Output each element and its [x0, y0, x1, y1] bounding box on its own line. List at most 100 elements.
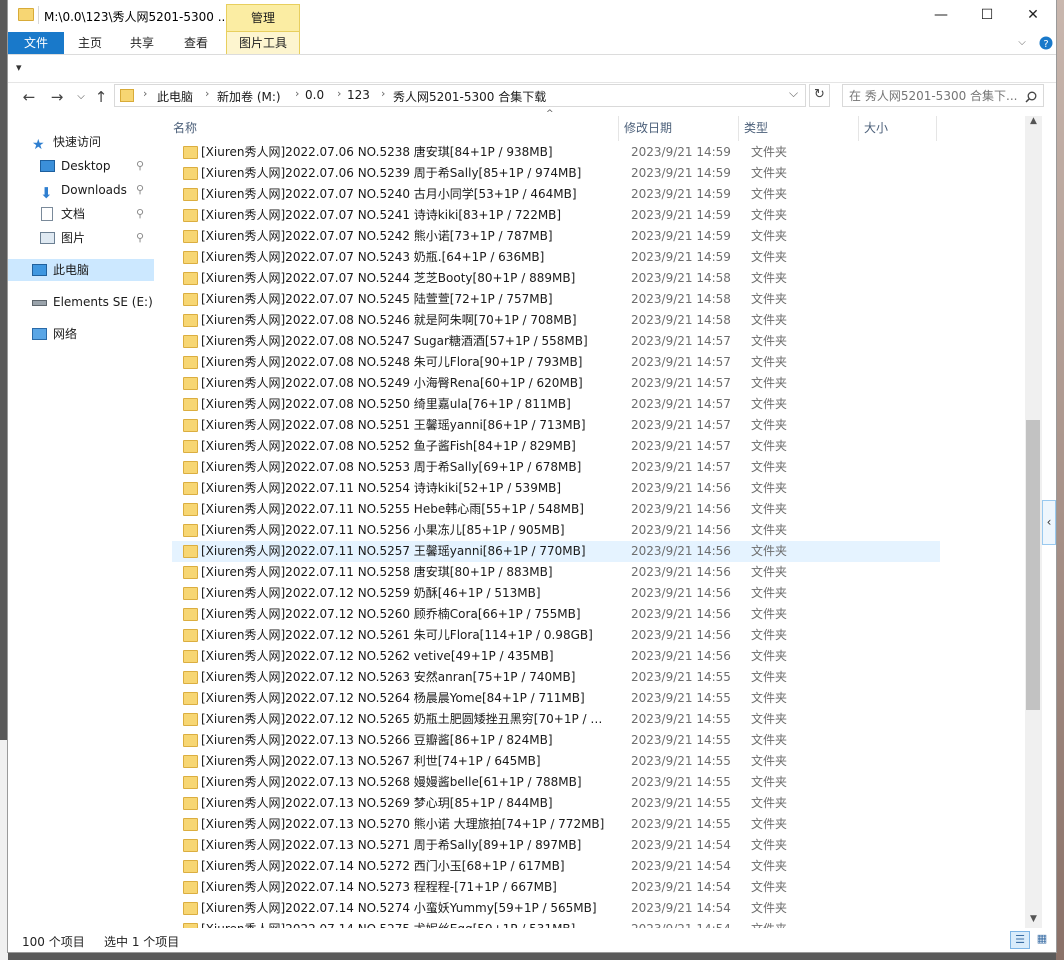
forward-button[interactable]: →	[46, 86, 68, 108]
file-row[interactable]: [Xiuren秀人网]2022.07.08 NO.5251 王馨瑶yanni[8…	[172, 415, 940, 436]
recent-locations-dropdown[interactable]: ⌵	[70, 86, 92, 108]
preview-pane-toggle[interactable]: ‹	[1042, 500, 1056, 545]
file-row[interactable]: [Xiuren秀人网]2022.07.08 NO.5246 就是阿朱啊[70+1…	[172, 310, 940, 331]
customize-toolbar-dropdown[interactable]: ▾	[16, 61, 22, 74]
folder-icon	[120, 89, 134, 102]
up-button[interactable]: ↑	[90, 86, 112, 108]
chevron-right-icon[interactable]: ›	[381, 87, 385, 100]
nav-item-downloads[interactable]: ⬇ Downloads ⚲	[8, 179, 154, 202]
file-row[interactable]: [Xiuren秀人网]2022.07.06 NO.5238 唐安琪[84+1P …	[172, 142, 940, 163]
title-bar[interactable]: M:\0.0\123\秀人网5201-5300 ... 管理 — ☐ ✕	[8, 0, 1056, 32]
pin-icon[interactable]: ⚲	[136, 203, 144, 225]
file-row[interactable]: [Xiuren秀人网]2022.07.12 NO.5260 顾乔楠Cora[66…	[172, 604, 940, 625]
file-row[interactable]: [Xiuren秀人网]2022.07.14 NO.5273 程程程-[71+1P…	[172, 877, 940, 898]
file-row[interactable]: [Xiuren秀人网]2022.07.08 NO.5248 朱可儿Flora[9…	[172, 352, 940, 373]
nav-item-desktop[interactable]: Desktop ⚲	[8, 155, 154, 177]
file-row[interactable]: [Xiuren秀人网]2022.07.07 NO.5245 陆萱萱[72+1P …	[172, 289, 940, 310]
address-bar[interactable]: › 此电脑 › 新加卷 (M:) › 0.0 › 123 › 秀人网5201-5…	[114, 84, 806, 107]
large-icons-view-button[interactable]: ▦	[1032, 931, 1052, 949]
scrollbar-thumb[interactable]	[1026, 420, 1040, 710]
chevron-right-icon[interactable]: ›	[295, 87, 299, 100]
address-dropdown-icon[interactable]: ⌵	[789, 86, 798, 101]
nav-item-documents[interactable]: 文档 ⚲	[8, 203, 154, 225]
file-row[interactable]: [Xiuren秀人网]2022.07.08 NO.5253 周于希Sally[6…	[172, 457, 940, 478]
details-view-button[interactable]: ☰	[1010, 931, 1030, 949]
file-row[interactable]: [Xiuren秀人网]2022.07.07 NO.5240 古月小同学[53+1…	[172, 184, 940, 205]
column-name[interactable]: 名称	[168, 116, 619, 141]
file-row[interactable]: [Xiuren秀人网]2022.07.12 NO.5259 奶酥[46+1P /…	[172, 583, 940, 604]
navigation-pane: ★ 快速访问 Desktop ⚲ ⬇ Downloads ⚲ 文档 ⚲ 图片 ⚲…	[8, 118, 156, 928]
close-button[interactable]: ✕	[1010, 0, 1056, 30]
nav-this-pc[interactable]: 此电脑	[8, 259, 154, 281]
minimize-button[interactable]: —	[918, 0, 964, 30]
chevron-right-icon[interactable]: ›	[205, 87, 209, 100]
breadcrumb-folder-123[interactable]: 123	[347, 88, 370, 102]
file-row[interactable]: [Xiuren秀人网]2022.07.07 NO.5243 奶瓶.[64+1P …	[172, 247, 940, 268]
nav-drive-e[interactable]: Elements SE (E:)	[8, 291, 154, 313]
search-box[interactable]	[842, 84, 1044, 107]
file-row[interactable]: [Xiuren秀人网]2022.07.13 NO.5267 利世[74+1P /…	[172, 751, 940, 772]
file-type: 文件夹	[751, 250, 788, 264]
pin-icon[interactable]: ⚲	[136, 179, 144, 201]
file-row[interactable]: [Xiuren秀人网]2022.07.06 NO.5239 周于希Sally[8…	[172, 163, 940, 184]
tab-manage[interactable]: 管理	[226, 4, 300, 32]
breadcrumb-drive[interactable]: 新加卷 (M:)	[217, 88, 281, 105]
file-row[interactable]: [Xiuren秀人网]2022.07.14 NO.5272 西门小玉[68+1P…	[172, 856, 940, 877]
tab-picture-tools[interactable]: 图片工具	[227, 32, 299, 54]
file-row[interactable]: [Xiuren秀人网]2022.07.08 NO.5250 绮里嘉ula[76+…	[172, 394, 940, 415]
pin-icon[interactable]: ⚲	[136, 155, 144, 177]
tab-share[interactable]: 共享	[124, 32, 160, 54]
file-row[interactable]: [Xiuren秀人网]2022.07.13 NO.5269 梦心玥[85+1P …	[172, 793, 940, 814]
scroll-up-arrow[interactable]: ▲	[1025, 116, 1042, 126]
file-row[interactable]: [Xiuren秀人网]2022.07.13 NO.5270 熊小诺 大理旅拍[7…	[172, 814, 940, 835]
file-row[interactable]: [Xiuren秀人网]2022.07.07 NO.5241 诗诗kiki[83+…	[172, 205, 940, 226]
refresh-button[interactable]: ↻	[809, 84, 830, 107]
file-row[interactable]: [Xiuren秀人网]2022.07.12 NO.5264 杨晨晨Yome[84…	[172, 688, 940, 709]
file-row[interactable]: [Xiuren秀人网]2022.07.12 NO.5265 奶瓶土肥圆矮挫丑黑穷…	[172, 709, 940, 730]
chevron-right-icon[interactable]: ›	[337, 87, 341, 100]
file-row[interactable]: [Xiuren秀人网]2022.07.07 NO.5242 熊小诺[73+1P …	[172, 226, 940, 247]
file-row[interactable]: [Xiuren秀人网]2022.07.14 NO.5275 尤妮丝Egg[59+…	[172, 919, 940, 928]
file-row[interactable]: [Xiuren秀人网]2022.07.13 NO.5266 豆瓣酱[86+1P …	[172, 730, 940, 751]
search-input[interactable]	[849, 87, 1017, 104]
file-row[interactable]: [Xiuren秀人网]2022.07.08 NO.5252 鱼子酱Fish[84…	[172, 436, 940, 457]
folder-icon	[183, 818, 198, 831]
tab-home[interactable]: 主页	[72, 32, 108, 54]
file-row[interactable]: [Xiuren秀人网]2022.07.13 NO.5271 周于希Sally[8…	[172, 835, 940, 856]
breadcrumb-this-pc[interactable]: 此电脑	[157, 88, 193, 105]
file-row[interactable]: [Xiuren秀人网]2022.07.11 NO.5257 王馨瑶yanni[8…	[172, 541, 940, 562]
help-icon[interactable]: ?	[1038, 32, 1054, 54]
file-name: [Xiuren秀人网]2022.07.13 NO.5269 梦心玥[85+1P …	[201, 796, 553, 810]
file-row[interactable]: [Xiuren秀人网]2022.07.08 NO.5249 小海臀Rena[60…	[172, 373, 940, 394]
column-size[interactable]: 大小	[859, 116, 937, 141]
file-row[interactable]: [Xiuren秀人网]2022.07.12 NO.5262 vetive[49+…	[172, 646, 940, 667]
file-row[interactable]: [Xiuren秀人网]2022.07.12 NO.5263 安然anran[75…	[172, 667, 940, 688]
ribbon-expand-icon[interactable]: ⌵	[1014, 32, 1030, 54]
breadcrumb-folder-0-0[interactable]: 0.0	[305, 88, 324, 102]
file-row[interactable]: [Xiuren秀人网]2022.07.07 NO.5244 芝芝Booty[80…	[172, 268, 940, 289]
file-type: 文件夹	[751, 859, 788, 873]
file-row[interactable]: [Xiuren秀人网]2022.07.11 NO.5255 Hebe韩心雨[55…	[172, 499, 940, 520]
nav-quick-access[interactable]: ★ 快速访问	[8, 131, 154, 153]
nav-item-pictures[interactable]: 图片 ⚲	[8, 227, 154, 249]
tab-view[interactable]: 查看	[178, 32, 214, 54]
file-row[interactable]: [Xiuren秀人网]2022.07.08 NO.5247 Sugar糖酒酒[5…	[172, 331, 940, 352]
file-row[interactable]: [Xiuren秀人网]2022.07.11 NO.5254 诗诗kiki[52+…	[172, 478, 940, 499]
nav-network[interactable]: 网络	[8, 323, 154, 345]
column-type[interactable]: 类型	[739, 116, 859, 141]
column-date-modified[interactable]: 修改日期	[619, 116, 739, 141]
file-row[interactable]: [Xiuren秀人网]2022.07.13 NO.5268 嫚嫚酱belle[6…	[172, 772, 940, 793]
file-row[interactable]: [Xiuren秀人网]2022.07.11 NO.5256 小果冻儿[85+1P…	[172, 520, 940, 541]
chevron-right-icon[interactable]: ›	[143, 87, 147, 100]
documents-icon	[41, 207, 53, 221]
maximize-button[interactable]: ☐	[964, 0, 1010, 30]
file-row[interactable]: [Xiuren秀人网]2022.07.11 NO.5258 唐安琪[80+1P …	[172, 562, 940, 583]
network-icon	[32, 328, 47, 340]
file-row[interactable]: [Xiuren秀人网]2022.07.14 NO.5274 小蛮妖Yummy[5…	[172, 898, 940, 919]
breadcrumb-current-folder[interactable]: 秀人网5201-5300 合集下载	[393, 88, 546, 105]
tab-file[interactable]: 文件	[8, 32, 64, 54]
back-button[interactable]: ←	[18, 86, 40, 108]
scroll-down-arrow[interactable]: ▼	[1025, 914, 1042, 924]
file-row[interactable]: [Xiuren秀人网]2022.07.12 NO.5261 朱可儿Flora[1…	[172, 625, 940, 646]
pin-icon[interactable]: ⚲	[136, 227, 144, 249]
